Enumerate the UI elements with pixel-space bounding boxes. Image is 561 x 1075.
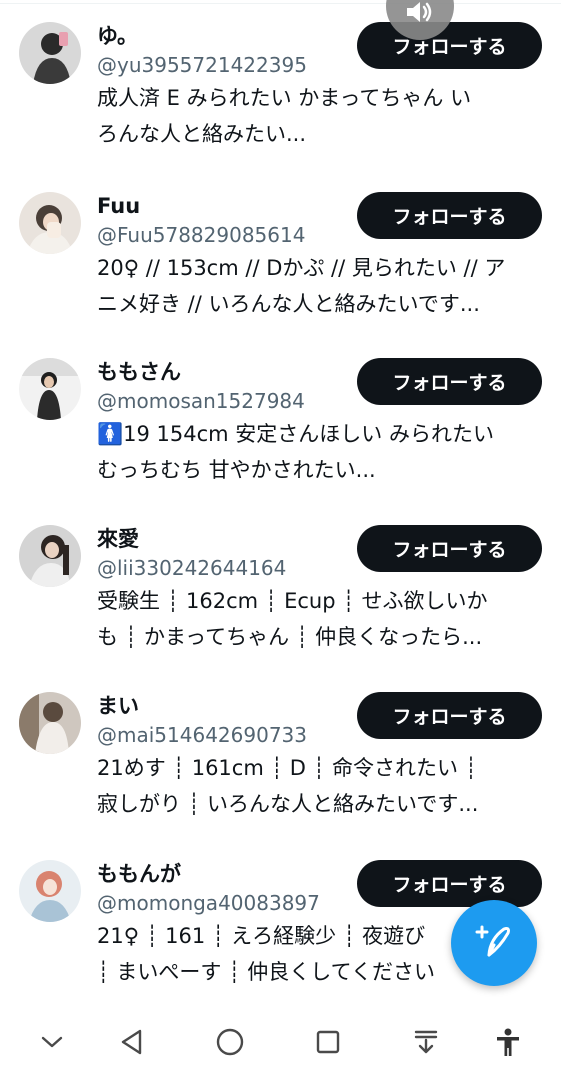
back-button[interactable] <box>112 1024 152 1064</box>
user-bio: 受験生 ┊ 162cm ┊ Ecup ┊ せふ欲しいか も ┊ かまってちゃん … <box>97 583 539 655</box>
user-card[interactable]: 來愛 @lii330242644164 受験生 ┊ 162cm ┊ Ecup ┊… <box>0 525 561 692</box>
bio-line: 21めす ┊ 161cm ┊ D ┊ 命令されたい ┊ <box>97 756 478 780</box>
bio-line: 20♀ // 153cm // Dかぷ // 見られたい // ア <box>97 256 506 280</box>
user-card[interactable]: ももさん @momosan1527984 🚺19 154cm 安定さんほしい み… <box>0 358 561 525</box>
home-icon <box>215 1027 245 1061</box>
user-bio: 成人済 E みられたい かまってちゃん い ろんな人と絡みたい... <box>97 80 539 152</box>
user-name[interactable]: Fuu <box>97 192 140 220</box>
user-handle: @Fuu578829085614 <box>97 223 306 247</box>
compose-tweet-icon <box>474 921 514 965</box>
compose-button[interactable] <box>451 900 537 986</box>
follow-button[interactable]: フォローする <box>357 525 542 572</box>
top-divider <box>0 0 561 4</box>
recents-icon <box>315 1029 341 1059</box>
follow-button[interactable]: フォローする <box>357 192 542 239</box>
volume-icon <box>405 0 435 28</box>
user-name[interactable]: まい <box>97 692 139 720</box>
bio-line: 成人済 E みられたい かまってちゃん い <box>97 86 472 110</box>
user-card[interactable]: ゆ。 @yu3955721422395 成人済 E みられたい かまってちゃん … <box>0 22 561 189</box>
user-card[interactable]: まい @mai514642690733 21めす ┊ 161cm ┊ D ┊ 命… <box>0 692 561 859</box>
user-bio: 21めす ┊ 161cm ┊ D ┊ 命令されたい ┊ 寂しがり ┊ いろんな人… <box>97 750 539 822</box>
user-name[interactable]: ゆ。 <box>97 22 138 50</box>
follow-button[interactable]: フォローする <box>357 692 542 739</box>
home-button[interactable] <box>210 1024 250 1064</box>
user-name[interactable]: ももんが <box>97 860 181 888</box>
user-bio: 🚺19 154cm 安定さんほしい みられたい むっちむち 甘やかされたい... <box>97 416 539 488</box>
bio-line: 受験生 ┊ 162cm ┊ Ecup ┊ せふ欲しいか <box>97 589 488 613</box>
chevron-down-icon <box>40 1034 64 1054</box>
avatar[interactable] <box>19 192 81 254</box>
user-name[interactable]: 來愛 <box>97 525 139 553</box>
avatar[interactable] <box>19 860 81 922</box>
bio-line: 🚺19 154cm 安定さんほしい みられたい <box>97 422 494 446</box>
bio-line: ニメ好き // いろんな人と絡みたいです... <box>97 292 480 316</box>
bio-line: 寂しがり ┊ いろんな人と絡みたいです... <box>97 792 479 816</box>
download-button[interactable] <box>406 1024 446 1064</box>
recents-button[interactable] <box>308 1024 348 1064</box>
user-bio: 20♀ // 153cm // Dかぷ // 見られたい // ア ニメ好き /… <box>97 250 539 322</box>
user-handle: @momosan1527984 <box>97 389 305 413</box>
bio-line: ろんな人と絡みたい... <box>97 122 307 146</box>
user-handle: @momonga40083897 <box>97 891 320 915</box>
follow-button[interactable]: フォローする <box>357 860 542 907</box>
back-icon <box>118 1028 146 1060</box>
user-handle: @lii330242644164 <box>97 556 287 580</box>
user-handle: @yu3955721422395 <box>97 53 307 77</box>
follow-button[interactable]: フォローする <box>357 22 542 69</box>
user-handle: @mai514642690733 <box>97 723 307 747</box>
system-nav-bar <box>0 1010 561 1075</box>
avatar[interactable] <box>19 525 81 587</box>
hide-keyboard-button[interactable] <box>32 1024 72 1064</box>
accessibility-button[interactable] <box>488 1024 528 1064</box>
bio-line: むっちむち 甘やかされたい... <box>97 458 376 482</box>
avatar[interactable] <box>19 22 81 84</box>
avatar[interactable] <box>19 692 81 754</box>
user-card[interactable]: Fuu @Fuu578829085614 20♀ // 153cm // Dかぷ… <box>0 192 561 359</box>
avatar[interactable] <box>19 358 81 420</box>
accessibility-icon <box>493 1027 523 1061</box>
follow-button[interactable]: フォローする <box>357 358 542 405</box>
download-icon <box>412 1028 440 1060</box>
bio-line: も ┊ かまってちゃん ┊ 仲良くなったら... <box>97 625 483 649</box>
user-name[interactable]: ももさん <box>97 358 181 386</box>
